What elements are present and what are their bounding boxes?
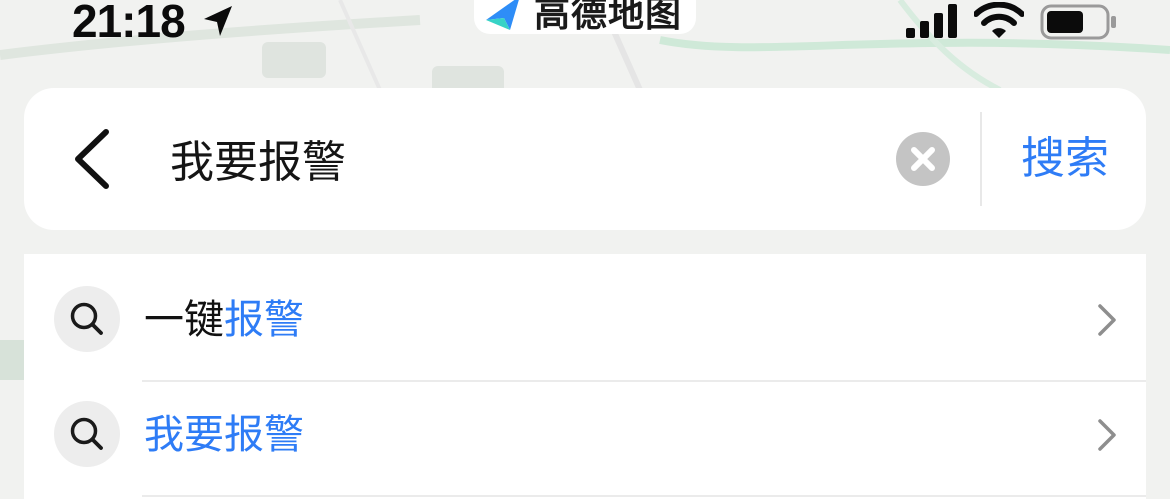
search-icon-circle [54,401,120,467]
status-bar: 21:18 高德地图 [0,0,1170,60]
suggestion-prefix: 一键 [144,297,224,343]
search-divider [980,112,982,206]
suggestion-text: 我要报警 [144,410,304,460]
chevron-right-icon [1098,419,1116,451]
chevron-right-icon [1098,304,1116,336]
chevron-left-icon [75,129,109,189]
clear-button[interactable] [896,132,950,186]
wifi-icon [974,2,1024,38]
row-divider [142,495,1146,497]
suggestion-highlight: 我要报警 [144,412,304,458]
search-icon-circle [54,286,120,352]
suggestion-text: 一键报警 [144,295,304,345]
search-button[interactable]: 搜索 [1002,124,1128,194]
app-back-pill[interactable]: 高德地图 [474,0,696,35]
search-card: 搜索 [24,88,1146,230]
search-icon [70,417,103,450]
suggestion-highlight: 报警 [224,297,304,343]
clear-x-icon [896,132,950,186]
signal-icon [906,4,957,38]
back-button[interactable] [60,124,130,194]
amap-logo-icon [486,0,519,30]
location-arrow-icon [204,6,232,36]
search-input[interactable] [170,122,870,194]
status-time: 21:18 [72,0,186,47]
search-icon [70,302,103,335]
battery-icon [1040,4,1116,40]
suggestion-item[interactable]: 一键报警 [24,262,1146,378]
app-name: 高德地图 [534,0,683,35]
suggestion-item[interactable]: 我要报警 [24,377,1146,493]
suggestion-list: 一键报警 我要报警 [24,254,1146,499]
